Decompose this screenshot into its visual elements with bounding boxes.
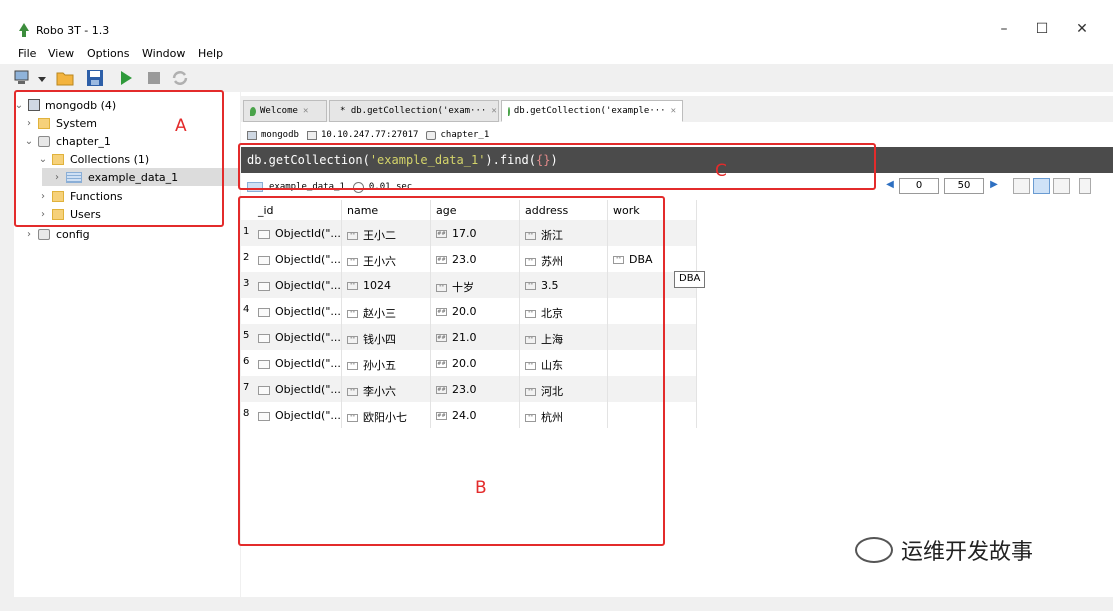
prev-page-icon[interactable]: ◀ xyxy=(883,178,897,194)
annotation-box-a xyxy=(14,90,224,227)
connection-database: chapter_1 xyxy=(440,130,490,140)
skip-input[interactable]: 0 xyxy=(899,178,939,194)
tab-query-2[interactable]: db.getCollection('example··· ✕ xyxy=(501,100,683,122)
menu-options[interactable]: Options xyxy=(87,47,129,60)
leaf-icon xyxy=(508,106,510,116)
tab-label: db.getCollection('example··· xyxy=(513,106,666,116)
close-tab-icon[interactable]: ✕ xyxy=(491,106,496,116)
connection-bar: mongodb 10.10.247.77:27017 chapter_1 xyxy=(241,126,1113,144)
execute-icon[interactable] xyxy=(117,69,135,87)
database-icon xyxy=(38,228,50,240)
window-title: Robo 3T - 1.3 xyxy=(36,24,110,37)
dropdown-chevron-icon[interactable] xyxy=(37,69,47,87)
annotation-label-c: C xyxy=(715,161,727,181)
tree-view-icon[interactable] xyxy=(1013,178,1030,194)
wechat-icon xyxy=(855,537,893,563)
close-tab-icon[interactable]: ✕ xyxy=(303,106,308,116)
minimize-button[interactable]: – xyxy=(994,20,1014,38)
annotation-box-c xyxy=(238,143,876,190)
tree-item-config[interactable]: › config xyxy=(24,225,90,243)
menu-bar: File View Options Window Help xyxy=(0,42,1113,64)
title-bar: Robo 3T - 1.3 – ☐ ✕ xyxy=(0,0,1113,42)
annotation-box-b xyxy=(238,196,665,546)
tab-bar: Welcome ✕ * db.getCollection('exam··· ✕ … xyxy=(241,96,1113,122)
table-view-icon[interactable] xyxy=(1033,178,1050,194)
connection-address: 10.10.247.77:27017 xyxy=(320,130,419,140)
watermark-text: 运维开发故事 xyxy=(901,540,1034,565)
tab-label: * db.getCollection('exam··· xyxy=(340,106,487,116)
address-icon xyxy=(306,130,317,140)
menu-window[interactable]: Window xyxy=(142,47,185,60)
tab-query-1[interactable]: * db.getCollection('exam··· ✕ xyxy=(329,100,499,122)
annotation-label-b: B xyxy=(475,478,487,498)
limit-input[interactable]: 50 xyxy=(944,178,984,194)
stop-icon[interactable] xyxy=(145,69,163,87)
custom-view-icon[interactable] xyxy=(1079,178,1091,194)
close-button[interactable]: ✕ xyxy=(1072,20,1092,38)
next-page-icon[interactable]: ▶ xyxy=(987,178,1001,194)
refresh-icon[interactable] xyxy=(171,69,189,87)
tab-label: Welcome xyxy=(260,106,298,116)
tree-item-label: config xyxy=(56,227,90,241)
chevron-right-icon[interactable]: › xyxy=(24,229,34,240)
watermark: 运维开发故事 xyxy=(855,534,1033,566)
tab-welcome[interactable]: Welcome ✕ xyxy=(243,100,327,122)
open-folder-icon[interactable] xyxy=(56,69,74,87)
cell-tooltip: DBA xyxy=(674,271,706,288)
robo3t-logo-icon xyxy=(19,23,29,37)
menu-help[interactable]: Help xyxy=(198,47,223,60)
text-view-icon[interactable] xyxy=(1053,178,1070,194)
menu-view[interactable]: View xyxy=(48,47,74,60)
close-tab-icon[interactable]: ✕ xyxy=(671,106,676,116)
connect-icon[interactable] xyxy=(14,69,32,87)
maximize-button[interactable]: ☐ xyxy=(1032,20,1052,38)
server-icon xyxy=(247,130,257,140)
connection-server: mongodb xyxy=(261,130,299,140)
leaf-icon xyxy=(250,106,256,116)
annotation-label-a: A xyxy=(175,116,187,136)
toolbar xyxy=(0,64,1113,92)
menu-file[interactable]: File xyxy=(18,47,36,60)
database-icon xyxy=(426,130,437,140)
save-icon[interactable] xyxy=(86,69,104,87)
